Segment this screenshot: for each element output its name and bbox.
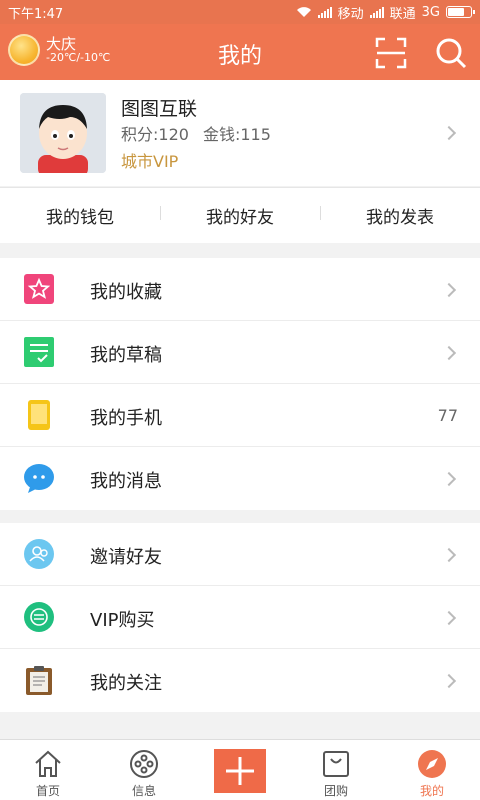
chevron-right-icon bbox=[441, 345, 457, 361]
menu-item-vip[interactable]: VIP购买 bbox=[0, 586, 480, 649]
menu-item-label: 我的关注 bbox=[90, 673, 162, 694]
page-title: 我的 bbox=[217, 44, 262, 69]
signal-icon-2 bbox=[369, 6, 384, 18]
post-button[interactable] bbox=[214, 749, 266, 793]
wifi-icon bbox=[296, 7, 311, 17]
avatar-image bbox=[20, 93, 106, 173]
quick-friends[interactable]: 我的好友 bbox=[160, 203, 320, 228]
clipboard-icon bbox=[26, 666, 52, 695]
signal-icon bbox=[317, 6, 332, 18]
search-icon[interactable] bbox=[434, 36, 468, 70]
carrier-1: 移动 bbox=[337, 6, 364, 22]
phone-icon bbox=[28, 400, 50, 430]
menu-item-label: 我的草稿 bbox=[90, 345, 162, 366]
tab-label: 我的 bbox=[419, 784, 444, 798]
status-bar: 下午1:47 移动 联通 3G bbox=[0, 0, 480, 24]
bottom-tab-bar: 首页 信息 团购 我的 bbox=[0, 739, 480, 800]
tab-label: 信息 bbox=[131, 784, 156, 798]
menu-item-drafts[interactable]: 我的草稿 bbox=[0, 321, 480, 384]
chevron-right-icon bbox=[441, 471, 457, 487]
groupbuy-icon bbox=[323, 751, 349, 777]
battery-icon bbox=[446, 6, 475, 18]
menu-item-label: VIP购买 bbox=[90, 610, 155, 631]
profile-points: 积分:120 bbox=[121, 125, 189, 144]
quick-wallet[interactable]: 我的钱包 bbox=[0, 203, 160, 228]
quick-links: 我的钱包 我的好友 我的发表 bbox=[0, 187, 480, 243]
chevron-right-icon bbox=[441, 610, 457, 626]
menu-item-label: 我的收藏 bbox=[90, 282, 162, 303]
profile-vip: 城市VIP bbox=[121, 152, 179, 171]
tab-label: 首页 bbox=[35, 784, 60, 798]
chevron-right-icon bbox=[441, 547, 457, 563]
draft-icon bbox=[24, 337, 54, 367]
menu-group-2: 邀请好友 VIP购买 我的关注 bbox=[0, 523, 480, 712]
chevron-right-icon bbox=[441, 673, 457, 689]
status-time: 下午1:47 bbox=[8, 6, 64, 22]
menu-item-label: 我的手机 bbox=[90, 408, 162, 429]
menu-item-phone[interactable]: 我的手机 77 bbox=[0, 384, 480, 447]
info-icon bbox=[130, 750, 158, 778]
app-header: 大庆 -20℃/-10℃ 我的 bbox=[0, 24, 480, 80]
compass-icon bbox=[418, 750, 446, 778]
message-icon bbox=[24, 464, 54, 493]
menu-item-favorites[interactable]: 我的收藏 bbox=[0, 258, 480, 321]
invite-icon bbox=[24, 539, 54, 569]
quick-posts[interactable]: 我的发表 bbox=[320, 203, 480, 228]
tab-home[interactable]: 首页 bbox=[0, 740, 96, 800]
profile-name: 图图互联 bbox=[121, 98, 198, 120]
chevron-right-icon bbox=[441, 125, 457, 141]
tab-mine[interactable]: 我的 bbox=[384, 740, 480, 800]
profile-card[interactable]: 图图互联 积分:120 金钱:115 城市VIP bbox=[0, 80, 480, 186]
menu-group-1: 我的收藏 我的草稿 我的手机 77 我的消息 bbox=[0, 258, 480, 510]
chevron-right-icon bbox=[441, 282, 457, 298]
carrier-2: 联通 bbox=[389, 6, 416, 22]
profile-stats: 积分:120 金钱:115 bbox=[121, 121, 271, 145]
menu-item-label: 邀请好友 bbox=[90, 547, 162, 568]
tab-info[interactable]: 信息 bbox=[96, 740, 192, 800]
menu-item-label: 我的消息 bbox=[90, 471, 162, 492]
phone-count: 77 bbox=[437, 406, 458, 425]
profile-money: 金钱:115 bbox=[202, 125, 271, 144]
menu-item-following[interactable]: 我的关注 bbox=[0, 649, 480, 712]
tab-label: 团购 bbox=[323, 784, 348, 798]
scan-icon[interactable] bbox=[374, 36, 408, 70]
menu-item-invite[interactable]: 邀请好友 bbox=[0, 523, 480, 586]
tab-groupbuy[interactable]: 团购 bbox=[288, 740, 384, 800]
menu-item-messages[interactable]: 我的消息 bbox=[0, 447, 480, 510]
network-type: 3G bbox=[421, 4, 440, 20]
home-icon bbox=[35, 750, 61, 777]
vip-icon bbox=[24, 602, 54, 632]
plus-icon bbox=[226, 757, 254, 785]
star-icon bbox=[24, 274, 54, 304]
avatar[interactable] bbox=[20, 93, 106, 173]
tab-post[interactable] bbox=[192, 740, 288, 800]
